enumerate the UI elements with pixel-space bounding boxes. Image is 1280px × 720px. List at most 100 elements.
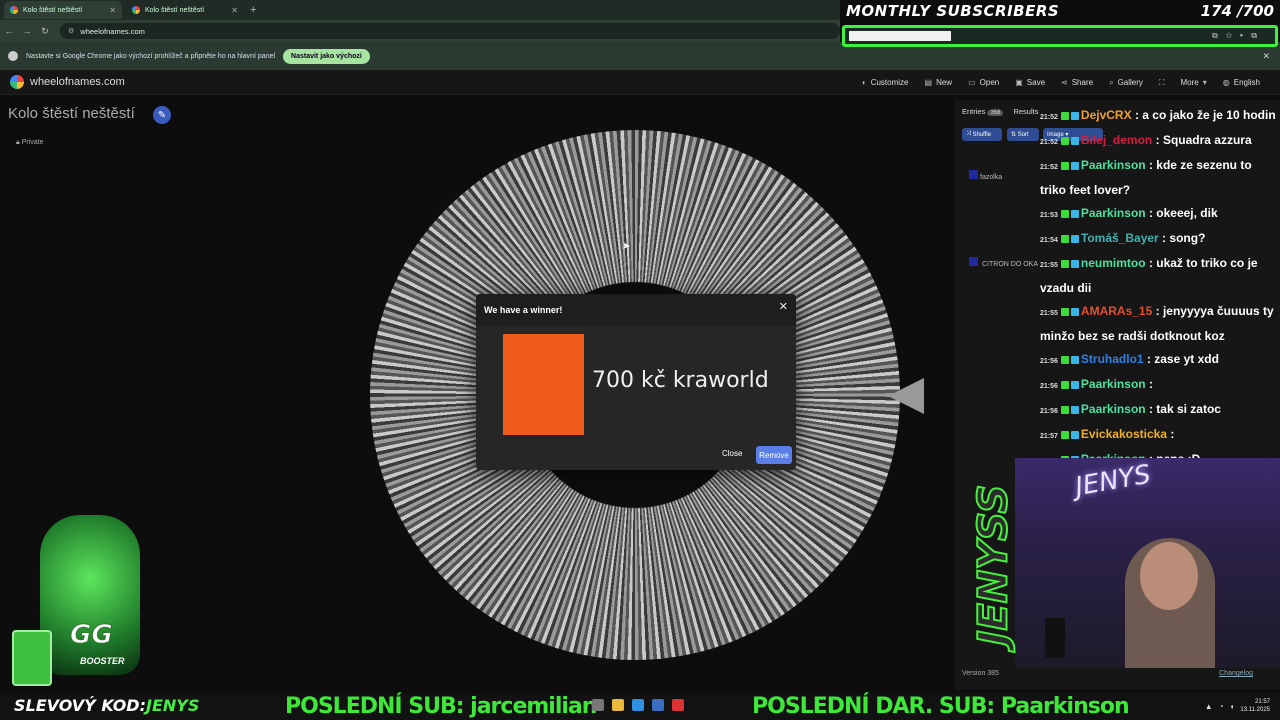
menu-fullscreen[interactable]: ⛶ [1159, 78, 1165, 88]
forward-icon[interactable]: → [18, 26, 36, 36]
chat-time: 21:53 [1040, 212, 1058, 219]
wheel-pointer-icon [888, 378, 924, 414]
gg-booster-mascot: GG BOOSTER [10, 500, 170, 690]
site-logo-icon[interactable] [10, 75, 24, 89]
vertical-brand-text: JENYSS [969, 484, 1017, 647]
sub-badge-icon [1060, 405, 1069, 414]
tab-entries[interactable]: Entries 358 [962, 107, 1004, 116]
file-explorer-icon[interactable] [612, 699, 624, 711]
menu-share[interactable]: ⋖ Share [1061, 78, 1093, 87]
mouse-cursor-icon: ➤ [622, 241, 631, 252]
mail-icon[interactable] [652, 699, 664, 711]
close-tab-icon[interactable]: ✕ [231, 6, 238, 15]
menu-open[interactable]: ▭ Open [968, 78, 999, 87]
gift-badge-icon [1070, 136, 1079, 145]
volume-icon[interactable]: ◖ [1230, 702, 1235, 711]
chat-username[interactable]: Bilej_demon [1081, 133, 1152, 147]
new-tab-icon[interactable]: + [250, 4, 256, 16]
clock[interactable]: 21:57 13.11.2025 [1240, 698, 1270, 714]
gift-badge-icon [1070, 259, 1079, 268]
menu-more[interactable]: More ▾ [1181, 78, 1207, 87]
close-infobar-icon[interactable]: ✕ [1262, 51, 1270, 62]
share-icon: ⋖ [1061, 78, 1068, 87]
promo-prefix: SLEVOVÝ KOD: [14, 696, 146, 715]
chat-username[interactable]: Paarkinson [1081, 402, 1146, 416]
chat-username[interactable]: Paarkinson [1081, 377, 1146, 391]
shuffle-button[interactable]: ⤨ Shuffle [962, 128, 1002, 141]
browser-tab[interactable]: Kolo štěstí neštěstí ✕ [4, 1, 122, 19]
browser-tab[interactable]: Kolo štěstí neštěstí ✕ [126, 1, 244, 19]
wifi-icon[interactable]: ◔ [1219, 702, 1224, 711]
back-icon[interactable]: ← [0, 26, 18, 36]
menu-new[interactable]: ▤ New [925, 78, 953, 87]
site-info-icon[interactable]: ⚙ [68, 27, 74, 35]
wheel-title: Kolo štěstí neštěstí [8, 105, 135, 122]
chat-time: 21:54 [1040, 237, 1058, 244]
globe-icon: ◍ [1222, 78, 1230, 87]
shuffle-icon: ⤨ [966, 131, 971, 137]
chat-username[interactable]: DejvCRX [1081, 108, 1132, 122]
menu-gallery[interactable]: ⌕ Gallery [1109, 78, 1143, 88]
subs-progress-fill [849, 31, 952, 41]
site-name[interactable]: wheelofnames.com [30, 76, 125, 88]
gift-badge-icon [1070, 209, 1079, 218]
panel-tabs: Entries 358 Results [962, 107, 1038, 116]
chat-username[interactable]: neumimtoo [1081, 256, 1146, 270]
menu-customize[interactable]: ◐ Customize [862, 78, 909, 87]
subs-count: 174 /700 [1200, 2, 1274, 20]
entry-item[interactable]: CITRON DO OKA [982, 261, 1038, 268]
chat-username[interactable]: Paarkinson [1081, 206, 1146, 220]
chat-username[interactable]: AMARAs_15 [1081, 304, 1152, 318]
chat-username[interactable]: Tomáš_Bayer [1081, 231, 1159, 245]
sort-button[interactable]: ⇅ Sort [1007, 128, 1039, 141]
neon-sign: JENYS [1072, 459, 1153, 503]
chat-text: : song? [1162, 231, 1206, 245]
url-field[interactable]: ⚙ wheelofnames.com [60, 23, 840, 39]
set-default-button[interactable]: Nastavit jako výchozí [283, 48, 370, 64]
gift-badge-icon [1070, 405, 1079, 414]
app-header: wheelofnames.com ◐ Customize ▤ New ▭ Open ▣… [0, 70, 1280, 95]
edit-title-button[interactable]: ✎ [153, 106, 171, 124]
remove-button[interactable]: Remove [756, 446, 792, 464]
chat-message: 21:55 AMARAs_15 : jenyyyya čuuuus ty minž… [1040, 300, 1280, 348]
entry-item[interactable]: fazolka [980, 174, 1002, 181]
menu-language[interactable]: ◍ English [1223, 78, 1260, 87]
opera-icon[interactable] [672, 699, 684, 711]
main-menu: ◐ Customize ▤ New ▭ Open ▣ Save ⋖ Share ⌕ Gall… [862, 70, 1260, 95]
promo-code: SLEVOVÝ KOD:JENYS [14, 696, 199, 715]
reload-icon[interactable]: ↻ [36, 26, 54, 37]
bottom-overlay-bar: SLEVOVÝ KOD:JENYS POSLEDNÍ SUB: jarcemil… [0, 693, 1280, 720]
chevron-up-icon[interactable]: ▲ [1205, 702, 1213, 711]
edge-icon[interactable] [632, 699, 644, 711]
chat-username[interactable]: Struhadlo1 [1081, 352, 1144, 366]
tab-label: Kolo štěstí neštěstí [23, 6, 83, 14]
chat-message: 21:56 Paarkinson : tak si zatoc [1040, 398, 1280, 423]
sub-badge-icon [1060, 380, 1069, 389]
cup-icon [12, 630, 52, 686]
tab-results[interactable]: Results [1013, 107, 1038, 116]
chat-time: 21:52 [1040, 114, 1058, 121]
tab-label: Entries [962, 107, 986, 116]
chat-message: 21:57 Evickakosticka : [1040, 423, 1280, 448]
menu-label: More [1180, 78, 1199, 87]
close-tab-icon[interactable]: ✕ [109, 6, 116, 15]
chat-text: : Squadra azzura [1155, 133, 1252, 147]
close-button[interactable]: Close [722, 449, 742, 458]
task-view-icon[interactable] [592, 699, 604, 711]
chat-username[interactable]: Paarkinson [1081, 158, 1146, 172]
chat-time: 21:56 [1040, 383, 1058, 390]
winner-color-swatch [503, 334, 584, 435]
close-dialog-icon[interactable]: ✕ [779, 300, 788, 313]
menu-save[interactable]: ▣ Save [1015, 78, 1045, 87]
vertical-brand: JENYSS [968, 470, 1018, 660]
sub-badge-icon [1060, 307, 1069, 316]
changelog-link[interactable]: Changelog [1219, 670, 1253, 677]
chrome-icon [8, 51, 18, 61]
chat-message: 21:54 Tomáš_Bayer : song? [1040, 227, 1280, 252]
palette-icon: ◐ [861, 78, 867, 87]
toolbar-icons: ⧉☆▸⧉ [1211, 31, 1265, 40]
streamer-head [1140, 542, 1198, 610]
chat-text: : tak si zatoc [1148, 402, 1221, 416]
chat-username[interactable]: Evickakosticka [1081, 427, 1167, 441]
sub-badge-icon [1060, 355, 1069, 364]
